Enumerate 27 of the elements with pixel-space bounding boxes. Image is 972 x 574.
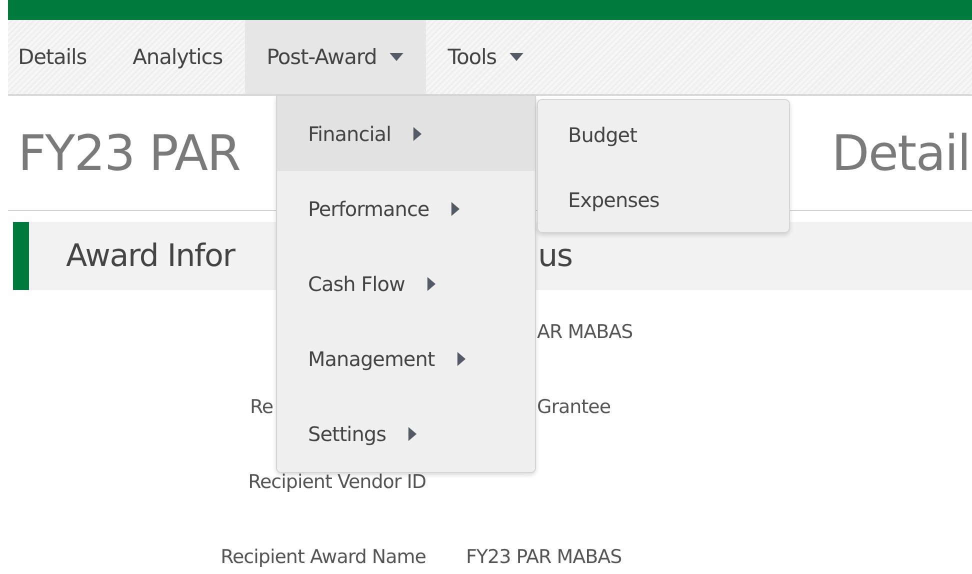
page-title: FY23 PAR — [17, 124, 240, 182]
page-title: Detail — [832, 124, 970, 182]
nav-tab[interactable]: Analytics — [110, 20, 245, 94]
menu-item[interactable]: Financial — [277, 96, 535, 171]
field-label: Re — [250, 396, 274, 418]
field-label: Recipient Vendor ID — [248, 471, 426, 493]
menu-item[interactable]: Budget — [538, 102, 789, 167]
section-title: Award Infor — [65, 238, 236, 274]
menu-item[interactable]: Settings — [277, 396, 535, 471]
caret-icon — [408, 426, 418, 440]
caret-icon — [426, 276, 436, 290]
nav-tab[interactable]: Details — [8, 20, 111, 94]
nav-tab[interactable]: Tools — [426, 20, 546, 94]
menu-item[interactable]: Performance — [277, 171, 535, 246]
section-accent — [13, 222, 29, 290]
field-label: Recipient Award Name — [220, 546, 426, 568]
menu-item[interactable]: Cash Flow — [277, 246, 535, 321]
caret-icon — [451, 202, 460, 216]
field-value: FY23 PAR MABAS — [466, 546, 622, 568]
menu-item[interactable]: Management — [277, 321, 535, 396]
menu-item[interactable]: Expenses — [538, 167, 789, 232]
caret-icon — [413, 126, 422, 140]
nav-tab[interactable]: Post-Award — [244, 20, 426, 94]
section-title: us — [538, 238, 572, 274]
field-value: AR MABAS — [537, 321, 633, 343]
caret-icon — [456, 352, 466, 366]
field-value: Grantee — [537, 396, 611, 418]
